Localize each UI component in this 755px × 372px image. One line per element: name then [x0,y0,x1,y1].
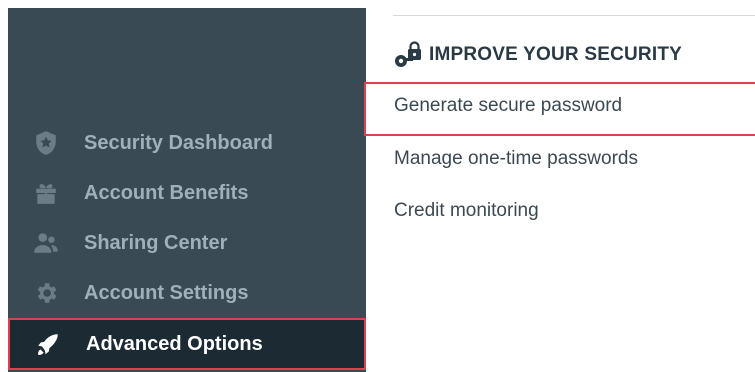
sidebar-item-account-benefits[interactable]: Account Benefits [8,168,366,218]
users-icon [26,223,66,263]
sidebar-item-label: Account Benefits [84,181,249,204]
sidebar-item-label: Advanced Options [86,332,263,355]
sidebar-item-account-settings[interactable]: Account Settings [8,268,366,318]
shield-star-icon [26,123,66,163]
sidebar-item-label: Sharing Center [84,231,228,254]
sidebar-item-label: Security Dashboard [84,131,273,154]
rocket-icon [28,324,68,364]
sidebar-item-sharing-center[interactable]: Sharing Center [8,218,366,268]
credit-monitoring-link[interactable]: Credit monitoring [394,200,539,222]
sidebar-item-advanced-options[interactable]: Advanced Options [8,318,366,370]
key-lock-icon [395,41,421,67]
generate-password-link[interactable]: Generate secure password [394,95,622,117]
section-title: IMPROVE YOUR SECURITY [429,44,682,65]
sidebar-item-security-dashboard[interactable]: Security Dashboard [8,118,366,168]
gear-icon [26,273,66,313]
gift-icon [26,173,66,213]
section-heading: IMPROVE YOUR SECURITY [393,40,682,70]
sidebar: Security Dashboard Account Benefits Shar… [8,8,366,372]
manage-otp-link[interactable]: Manage one-time passwords [394,148,638,170]
divider [393,15,755,16]
sidebar-item-label: Account Settings [84,281,249,304]
